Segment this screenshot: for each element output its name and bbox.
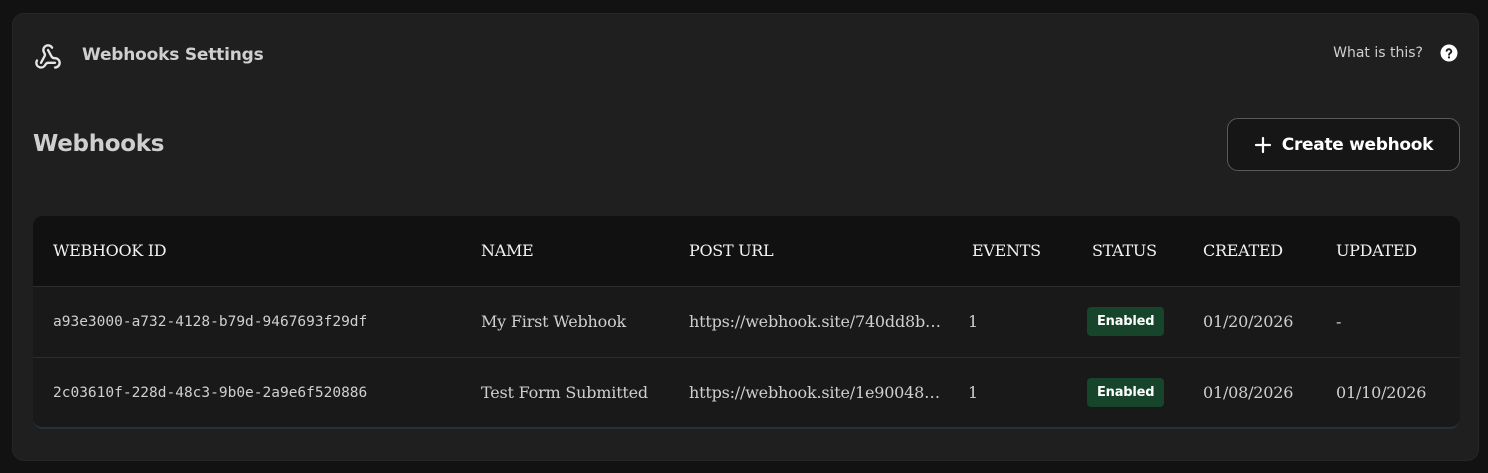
table-row[interactable]: 2c03610f-228d-48c3-9b0e-2a9e6f520886 Tes…: [33, 357, 1460, 427]
updated-date-cell: -: [1336, 312, 1342, 331]
what-is-this-link[interactable]: What is this?: [1333, 45, 1423, 61]
column-status[interactable]: STATUS: [1087, 216, 1203, 286]
webhook-name-cell[interactable]: My First Webhook: [481, 286, 689, 357]
webhook-id-cell[interactable]: a93e3000-a732-4128-b79d-9467693f29df: [33, 286, 481, 357]
column-webhook-id[interactable]: WEBHOOK ID: [33, 216, 481, 286]
app-title: Webhooks Settings: [82, 45, 264, 65]
post-url-cell[interactable]: https://webhook.site/1e90048b…: [689, 357, 961, 427]
column-name[interactable]: NAME: [481, 216, 689, 286]
create-webhook-label: Create webhook: [1281, 134, 1434, 155]
column-created[interactable]: CREATED: [1203, 216, 1336, 286]
events-count-cell: 1: [968, 312, 978, 331]
create-webhook-button[interactable]: Create webhook: [1227, 118, 1460, 171]
panel-header: Webhooks Settings What is this?: [13, 14, 1478, 98]
post-url-cell[interactable]: https://webhook.site/740dd8b4…: [689, 286, 961, 357]
webhooks-table: WEBHOOK ID NAME POST URL EVENTS STATUS C…: [33, 216, 1460, 429]
webhook-id-cell[interactable]: 2c03610f-228d-48c3-9b0e-2a9e6f520886: [33, 357, 481, 427]
plus-icon: [1254, 136, 1271, 153]
column-updated[interactable]: UPDATED: [1336, 216, 1460, 286]
webhook-icon: [34, 43, 62, 71]
section-title: Webhooks: [33, 131, 165, 157]
status-badge: Enabled: [1087, 307, 1165, 336]
table-row[interactable]: a93e3000-a732-4128-b79d-9467693f29df My …: [33, 286, 1460, 357]
created-date-cell: 01/20/2026: [1203, 312, 1294, 331]
table-header-row: WEBHOOK ID NAME POST URL EVENTS STATUS C…: [33, 216, 1460, 286]
webhook-name-cell[interactable]: Test Form Submitted: [481, 357, 689, 427]
status-cell: Enabled: [1087, 286, 1203, 357]
question-circle-icon[interactable]: [1440, 44, 1458, 62]
updated-date-cell: 01/10/2026: [1336, 383, 1427, 403]
column-post-url[interactable]: POST URL: [689, 216, 961, 286]
status-badge: Enabled: [1087, 378, 1165, 408]
webhooks-panel: Webhooks Settings What is this? Webhooks…: [12, 13, 1479, 461]
status-cell: Enabled: [1087, 357, 1203, 427]
created-date-cell: 01/08/2026: [1203, 383, 1294, 403]
events-count-cell: 1: [968, 383, 978, 403]
column-events[interactable]: EVENTS: [961, 216, 1087, 286]
